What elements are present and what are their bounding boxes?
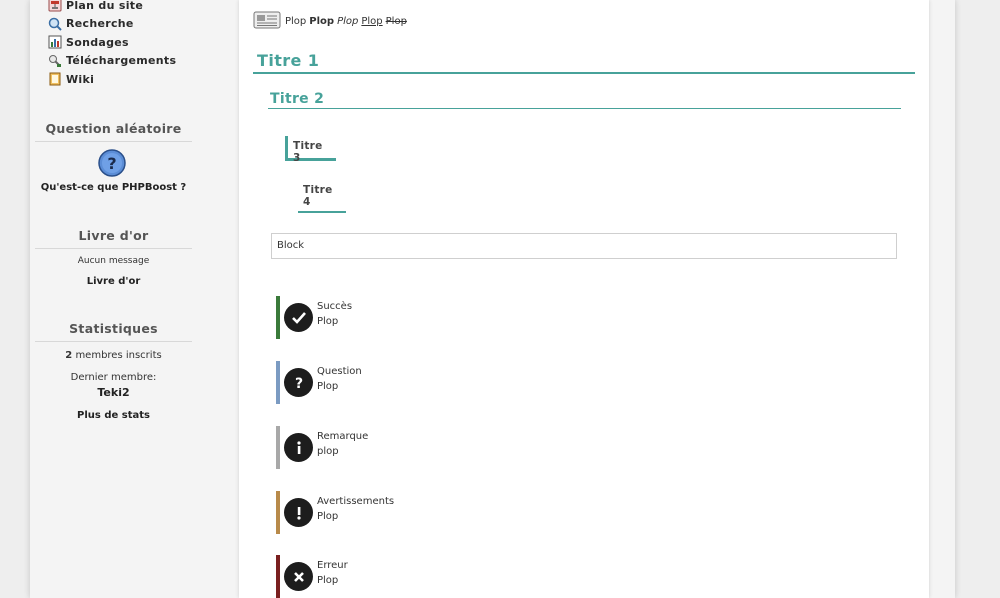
warning-body: Plop bbox=[317, 511, 339, 522]
menu-item-label: Téléchargements bbox=[66, 54, 177, 68]
error-message: Erreur Plop bbox=[276, 555, 576, 598]
question-module-title: Question aléatoire bbox=[35, 121, 192, 142]
guestbook-module-title: Livre d'or bbox=[35, 228, 192, 249]
heading-titre-1: Titre 1 bbox=[253, 51, 915, 74]
newspaper-icon bbox=[253, 11, 281, 32]
question-text: Question Plop bbox=[317, 364, 362, 394]
error-text: Erreur Plop bbox=[317, 558, 348, 588]
svg-text:?: ? bbox=[107, 154, 116, 173]
menu-item-plan-du-site[interactable]: Plan du site bbox=[48, 0, 176, 15]
main-content: Plop Plop Plop Plop Plop Titre 1 Titre 2… bbox=[239, 0, 929, 598]
site-wrapper: Plan du site Recherche Sondages Téléchar… bbox=[30, 0, 955, 598]
members-count-line: 2 membres inscrits bbox=[35, 350, 192, 361]
warning-bar bbox=[276, 491, 280, 534]
book-icon bbox=[48, 72, 62, 86]
members-count: 2 bbox=[65, 350, 73, 361]
warning-text: Avertissements Plop bbox=[317, 494, 394, 524]
menu-item-recherche[interactable]: Recherche bbox=[48, 15, 176, 34]
left-sidebar: Plan du site Recherche Sondages Téléchar… bbox=[30, 0, 230, 598]
italic-text: Plop bbox=[337, 16, 359, 27]
menu-item-label: Wiki bbox=[66, 72, 95, 86]
stats-module-title: Statistiques bbox=[35, 321, 192, 342]
sitemap-icon bbox=[48, 0, 62, 12]
success-message: Succès Plop bbox=[276, 296, 576, 339]
error-title: Erreur bbox=[317, 560, 348, 571]
notice-message: Remarque plop bbox=[276, 426, 576, 469]
notice-title: Remarque bbox=[317, 431, 369, 442]
warning-icon bbox=[284, 498, 313, 527]
question-message: ? Question Plop bbox=[276, 361, 576, 404]
notice-text: Remarque plop bbox=[317, 429, 368, 459]
warning-message: Avertissements Plop bbox=[276, 491, 576, 534]
download-icon bbox=[48, 54, 62, 68]
notice-bar bbox=[276, 426, 280, 469]
question-title: Question bbox=[317, 366, 362, 377]
underline-text: Plop bbox=[361, 16, 383, 27]
plain-text: Plop bbox=[285, 16, 307, 27]
menu-item-label: Plan du site bbox=[66, 0, 144, 12]
question-body: Plop bbox=[317, 381, 339, 392]
menu-item-sondages[interactable]: Sondages bbox=[48, 33, 176, 52]
check-icon bbox=[284, 303, 313, 332]
menu-item-label: Recherche bbox=[66, 17, 134, 31]
page-background-left bbox=[0, 0, 30, 598]
last-member-label: Dernier membre: bbox=[70, 372, 157, 383]
guestbook-link[interactable]: Livre d'or bbox=[35, 276, 192, 287]
page-background-right bbox=[955, 0, 1000, 598]
info-icon bbox=[284, 433, 313, 462]
guestbook-empty-text: Aucun message bbox=[77, 256, 150, 266]
success-body: Plop bbox=[317, 316, 339, 327]
search-icon bbox=[48, 17, 62, 31]
menu-item-telechargements[interactable]: Téléchargements bbox=[48, 52, 176, 71]
menu-item-label: Sondages bbox=[66, 35, 129, 49]
site-menu: Plan du site Recherche Sondages Téléchar… bbox=[48, 0, 176, 89]
question-icon: ? bbox=[284, 368, 313, 397]
svg-text:?: ? bbox=[294, 376, 302, 391]
last-member-link[interactable]: Teki2 bbox=[35, 386, 192, 399]
block-box: Block bbox=[271, 233, 897, 259]
members-label: membres inscrits bbox=[75, 350, 162, 361]
heading-titre-4: Titre 4 bbox=[298, 184, 346, 213]
strike-text: Plop bbox=[385, 16, 407, 27]
question-bar bbox=[276, 361, 280, 404]
question-link[interactable]: Qu'est-ce que PHPBoost ? bbox=[35, 182, 192, 193]
menu-item-wiki[interactable]: Wiki bbox=[48, 70, 176, 89]
success-title: Succès bbox=[317, 301, 353, 312]
question-icon: ? bbox=[98, 149, 126, 177]
warning-title: Avertissements bbox=[317, 496, 395, 507]
notice-body: plop bbox=[317, 446, 339, 457]
poll-icon bbox=[48, 35, 62, 49]
heading-titre-2: Titre 2 bbox=[268, 91, 901, 109]
more-stats-link[interactable]: Plus de stats bbox=[35, 410, 192, 421]
success-bar bbox=[276, 296, 280, 339]
bold-text: Plop bbox=[309, 16, 335, 27]
formatting-line: Plop Plop Plop Plop Plop bbox=[253, 11, 410, 32]
heading-titre-3: Titre 3 bbox=[285, 136, 336, 164]
error-icon bbox=[284, 562, 313, 591]
error-body: Plop bbox=[317, 575, 339, 586]
error-bar bbox=[276, 555, 280, 598]
success-text: Succès Plop bbox=[317, 299, 352, 329]
